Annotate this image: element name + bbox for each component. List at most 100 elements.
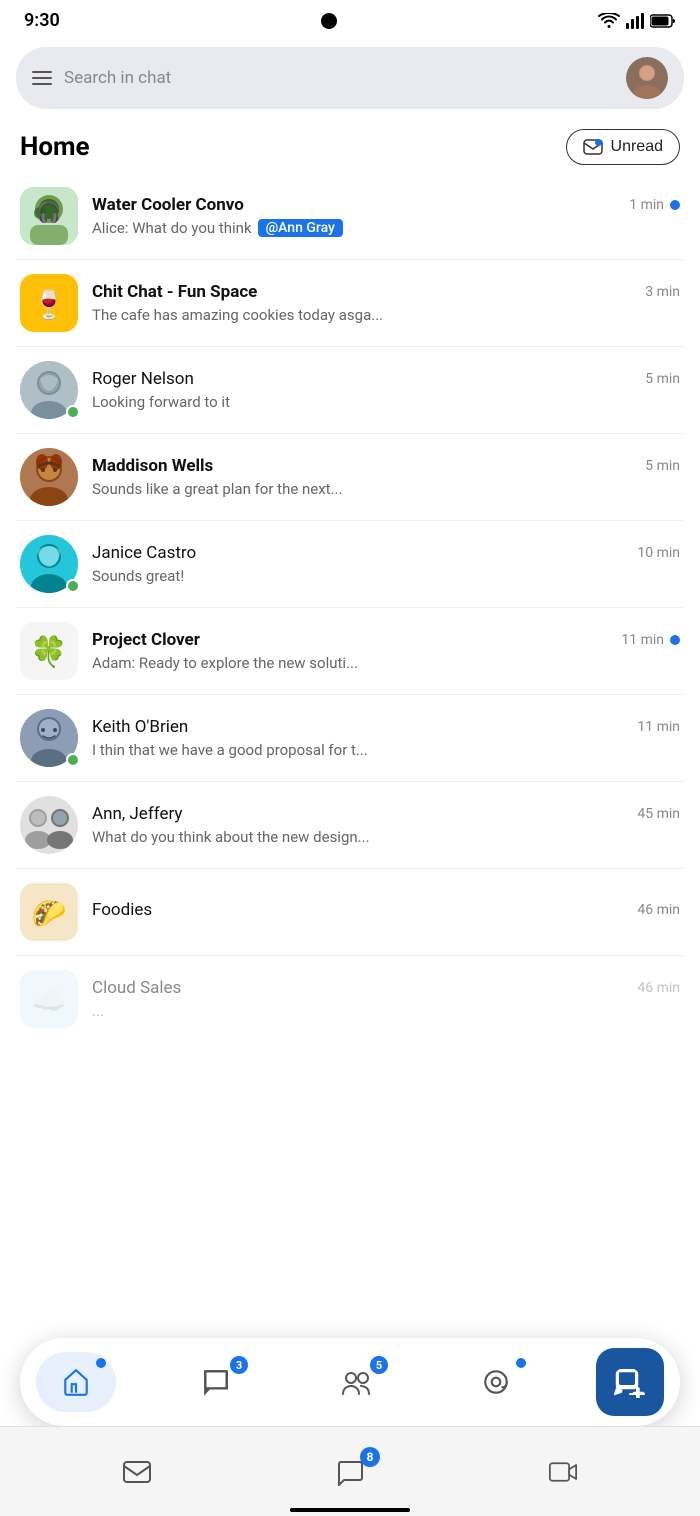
avatar: [20, 796, 78, 854]
chat-name: Maddison Wells: [92, 456, 213, 476]
home-indicator: [290, 1508, 410, 1512]
avatar: 🍀: [20, 622, 78, 680]
bottom-bar: 8: [0, 1426, 700, 1516]
chat-name: Cloud Sales: [92, 978, 181, 998]
chat-time: 10 min: [637, 545, 680, 561]
page-title: Home: [20, 132, 90, 162]
unread-button[interactable]: Unread: [566, 129, 680, 165]
list-item[interactable]: 🍷 Chit Chat - Fun Space 3 min The cafe h…: [16, 260, 684, 347]
status-bar: 9:30: [0, 0, 700, 37]
mentions-nav-icon: [481, 1367, 511, 1397]
status-icons: [598, 13, 676, 29]
online-indicator: [66, 753, 80, 767]
list-item[interactable]: Ann, Jeffery 45 min What do you think ab…: [16, 782, 684, 869]
mentions-dot: [516, 1358, 526, 1368]
chat-preview: ...: [92, 1002, 680, 1020]
search-placeholder: Search in chat: [64, 68, 614, 88]
camera-dot: [321, 13, 337, 29]
chat-content: Janice Castro 10 min Sounds great!: [92, 543, 680, 585]
battery-icon: [650, 14, 676, 28]
home-nav-icon: [61, 1367, 91, 1397]
nav-item-mentions[interactable]: [456, 1352, 536, 1412]
avatar: ☁️: [20, 970, 78, 1028]
mail-tab[interactable]: [97, 1447, 177, 1497]
chat-content: Foodies 46 min: [92, 900, 680, 924]
chat-content: Cloud Sales 46 min ...: [92, 978, 680, 1020]
video-icon: [549, 1458, 577, 1486]
chat-time: 1 min: [629, 197, 680, 213]
chat-preview: Sounds great!: [92, 567, 680, 585]
messages-badge: 8: [360, 1447, 380, 1467]
chat-preview: Looking forward to it: [92, 393, 680, 411]
camera-area: [321, 13, 337, 29]
nav-item-chat[interactable]: 3: [176, 1352, 256, 1412]
chat-name: Project Clover: [92, 630, 200, 650]
svg-text:🎧: 🎧: [37, 200, 62, 224]
list-item[interactable]: Keith O'Brien 11 min I thin that we have…: [16, 695, 684, 782]
hamburger-menu-icon[interactable]: [32, 71, 52, 85]
team-nav-icon: [341, 1367, 371, 1397]
chat-time: 5 min: [645, 371, 680, 387]
chat-name: Roger Nelson: [92, 369, 194, 389]
messages-tab[interactable]: 8: [310, 1447, 390, 1497]
chat-content: Roger Nelson 5 min Looking forward to it: [92, 369, 680, 411]
flag-chat-icon: [336, 1458, 364, 1486]
compose-button[interactable]: [596, 1348, 664, 1416]
status-time: 9:30: [24, 10, 60, 31]
online-indicator: [66, 579, 80, 593]
search-bar[interactable]: Search in chat: [16, 47, 684, 109]
chat-preview: Sounds like a great plan for the next...: [92, 480, 680, 498]
chat-list: 🎧 Water Cooler Convo 1 min Alice: What d…: [0, 173, 700, 1042]
chat-preview: I thin that we have a good proposal for …: [92, 741, 680, 759]
chat-preview: Alice: What do you think @Ann Gray: [92, 219, 680, 237]
list-item[interactable]: 🍀 Project Clover 11 min Adam: Ready to e…: [16, 608, 684, 695]
nav-item-team[interactable]: 5: [316, 1352, 396, 1412]
chat-content: Keith O'Brien 11 min I thin that we have…: [92, 717, 680, 759]
user-avatar: [626, 57, 668, 99]
signal-icon: [626, 13, 644, 29]
chat-content: Maddison Wells 5 min Sounds like a great…: [92, 456, 680, 498]
home-header: Home Unread: [0, 117, 700, 173]
video-tab[interactable]: [523, 1447, 603, 1497]
chat-time: 45 min: [637, 806, 680, 822]
list-item[interactable]: ☁️ Cloud Sales 46 min ...: [16, 956, 684, 1042]
chat-name: Janice Castro: [92, 543, 196, 563]
nav-item-home[interactable]: [36, 1352, 116, 1412]
chat-preview: Adam: Ready to explore the new soluti...: [92, 654, 680, 672]
chat-time: 11 min: [621, 632, 680, 648]
list-item[interactable]: Janice Castro 10 min Sounds great!: [16, 521, 684, 608]
chat-name: Chit Chat - Fun Space: [92, 282, 257, 302]
list-item[interactable]: Roger Nelson 5 min Looking forward to it: [16, 347, 684, 434]
chat-content: Project Clover 11 min Adam: Ready to exp…: [92, 630, 680, 672]
chat-time: 46 min: [637, 980, 680, 996]
online-indicator: [66, 405, 80, 419]
chat-name: Foodies: [92, 900, 152, 920]
chat-badge: 3: [230, 1356, 248, 1374]
mention-tag: @Ann Gray: [258, 219, 343, 237]
avatar: 🎧: [20, 187, 78, 245]
avatar: 🍷: [20, 274, 78, 332]
chat-content: Chit Chat - Fun Space 3 min The cafe has…: [92, 282, 680, 324]
chat-preview: What do you think about the new design..…: [92, 828, 680, 846]
list-item[interactable]: Maddison Wells 5 min Sounds like a great…: [16, 434, 684, 521]
unread-indicator: [670, 200, 680, 210]
search-container: Search in chat: [0, 37, 700, 117]
unread-indicator: [670, 635, 680, 645]
chat-nav-icon: [201, 1367, 231, 1397]
mail-icon: [123, 1458, 151, 1486]
chat-preview: The cafe has amazing cookies today asga.…: [92, 306, 680, 324]
svg-text:🍀: 🍀: [30, 634, 67, 670]
chat-content: Ann, Jeffery 45 min What do you think ab…: [92, 804, 680, 846]
chat-time: 46 min: [637, 902, 680, 918]
list-item[interactable]: 🎧 Water Cooler Convo 1 min Alice: What d…: [16, 173, 684, 260]
chat-time: 11 min: [637, 719, 680, 735]
chat-name: Water Cooler Convo: [92, 195, 244, 215]
chat-name: Ann, Jeffery: [92, 804, 182, 824]
chat-time: 3 min: [645, 284, 680, 300]
home-active-dot: [96, 1358, 106, 1368]
user-avatar-container[interactable]: [626, 57, 668, 99]
avatar: 🌮: [20, 883, 78, 941]
chat-content: Water Cooler Convo 1 min Alice: What do …: [92, 195, 680, 237]
list-item[interactable]: 🌮 Foodies 46 min: [16, 869, 684, 956]
avatar: [20, 448, 78, 506]
